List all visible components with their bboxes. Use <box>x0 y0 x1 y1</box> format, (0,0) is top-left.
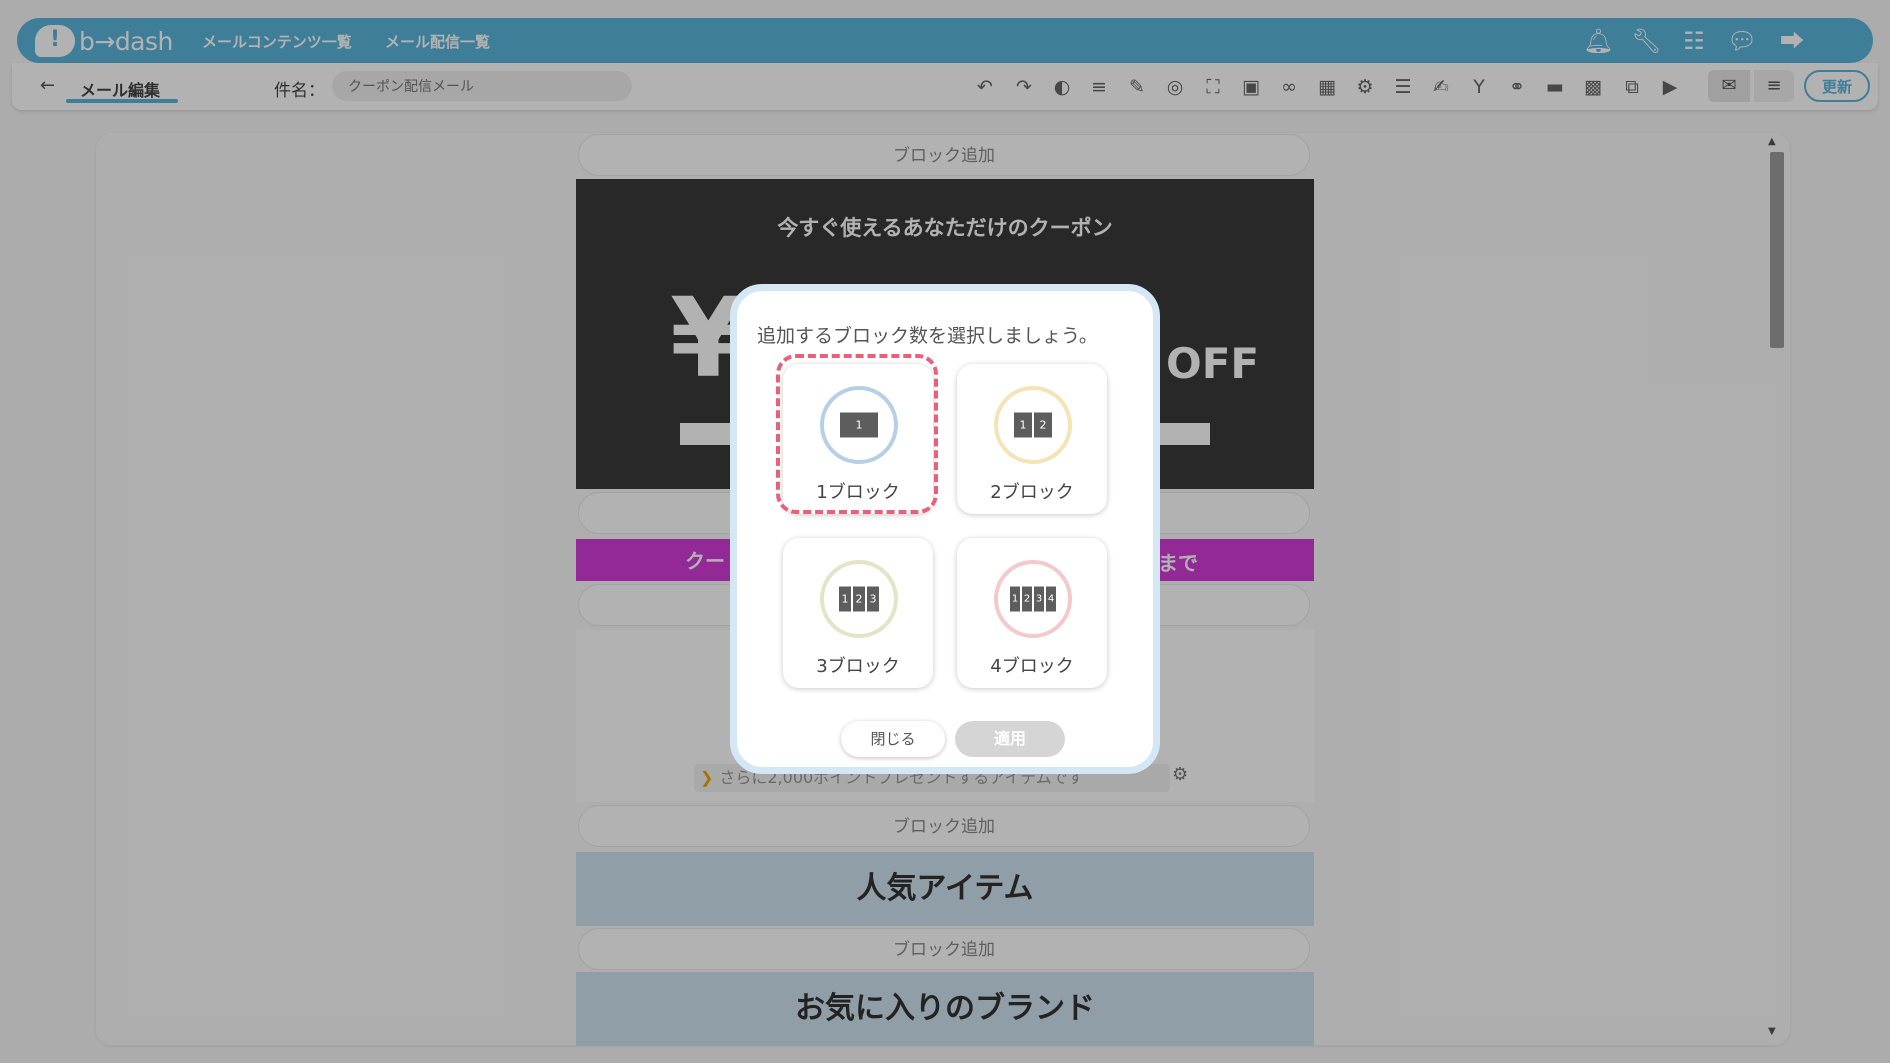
option-label: 4ブロック <box>990 656 1074 677</box>
block-digit: 3 <box>867 586 879 612</box>
option-3-block[interactable]: 1 2 3 3ブロック <box>783 538 933 688</box>
option-ring: 1 2 <box>994 386 1072 464</box>
option-label: 2ブロック <box>990 482 1074 503</box>
block-digit: 4 <box>1046 586 1056 612</box>
option-label: 3ブロック <box>816 656 900 677</box>
block-digit: 1 <box>1010 586 1020 612</box>
selection-highlight <box>776 354 938 514</box>
block-digit: 2 <box>1022 586 1032 612</box>
three-block-icon: 1 2 3 <box>839 586 879 612</box>
block-digit: 3 <box>1034 586 1044 612</box>
two-block-icon: 1 2 <box>1014 412 1052 438</box>
option-ring: 1 2 3 4 <box>994 560 1072 638</box>
block-digit: 2 <box>853 586 865 612</box>
block-digit: 1 <box>1014 412 1032 438</box>
four-block-icon: 1 2 3 4 <box>1010 586 1056 612</box>
modal-title: 追加するブロック数を選択しましょう。 <box>757 325 1098 347</box>
close-button[interactable]: 閉じる <box>841 721 945 757</box>
block-digit: 2 <box>1034 412 1052 438</box>
apply-button[interactable]: 適用 <box>955 721 1065 757</box>
block-digit: 1 <box>839 586 851 612</box>
option-2-block[interactable]: 1 2 2ブロック <box>957 364 1107 514</box>
option-4-block[interactable]: 1 2 3 4 4ブロック <box>957 538 1107 688</box>
option-ring: 1 2 3 <box>820 560 898 638</box>
